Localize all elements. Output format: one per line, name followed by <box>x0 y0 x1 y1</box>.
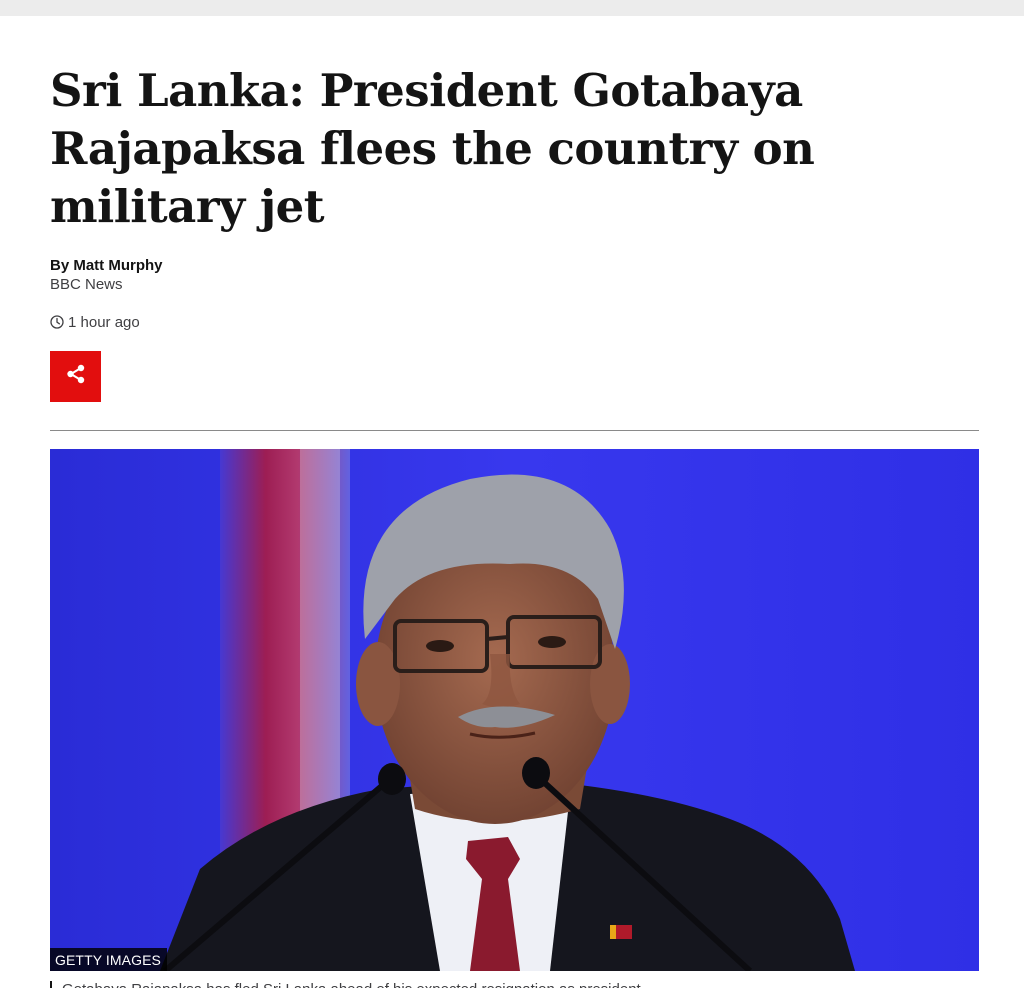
clock-icon <box>50 315 64 329</box>
timestamp-text: 1 hour ago <box>68 313 140 331</box>
caption-text: Gotabaya Rajapaksa has fled Sri Lanka ah… <box>62 980 641 988</box>
share-icon <box>65 363 87 390</box>
browser-top-strip <box>0 0 1024 16</box>
byline: By Matt Murphy BBC News <box>50 256 979 294</box>
share-button[interactable] <box>50 351 101 402</box>
lead-photo <box>50 449 979 971</box>
article-header: Sri Lanka: President Gotabaya Rajapaksa … <box>50 16 979 431</box>
author-name: By Matt Murphy <box>50 257 163 274</box>
timestamp: 1 hour ago <box>50 312 979 332</box>
lead-image[interactable]: GETTY IMAGES <box>50 449 979 971</box>
header-divider <box>50 430 979 431</box>
author-organization: BBC News <box>50 276 123 293</box>
article-headline: Sri Lanka: President Gotabaya Rajapaksa … <box>50 64 815 233</box>
caption-bar <box>50 981 52 988</box>
image-credit: GETTY IMAGES <box>50 948 167 971</box>
image-caption: Gotabaya Rajapaksa has fled Sri Lanka ah… <box>50 978 979 988</box>
